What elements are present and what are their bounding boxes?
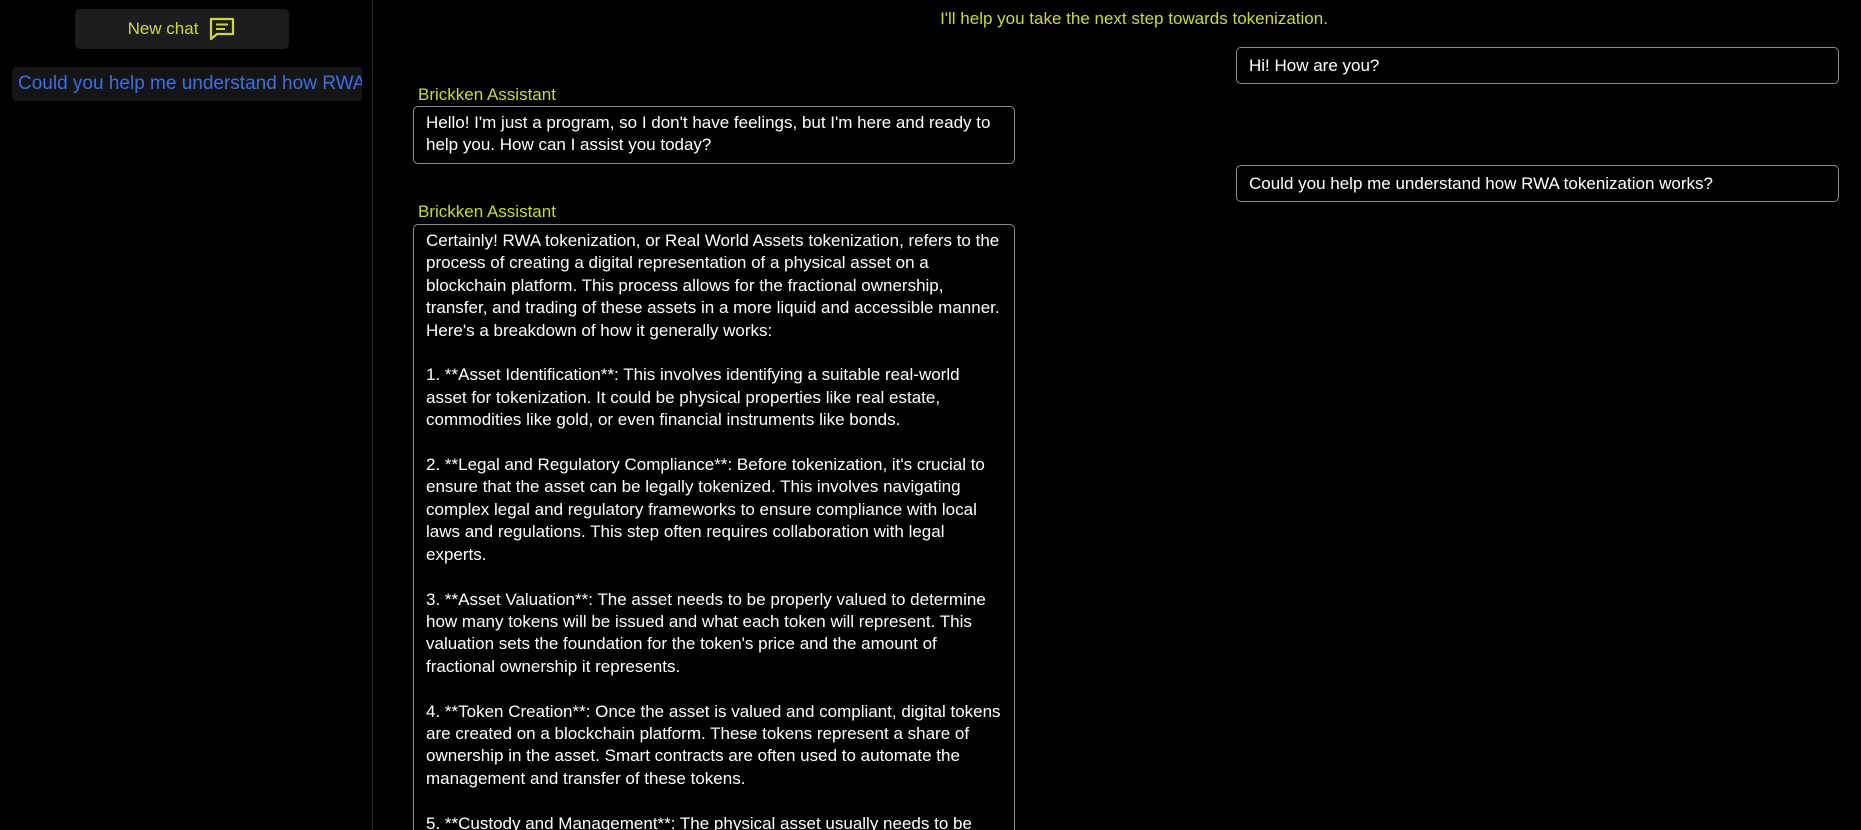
user-message: Could you help me understand how RWA tok… xyxy=(1236,165,1839,202)
assistant-message: Hello! I'm just a program, so I don't ha… xyxy=(413,106,1015,164)
history-item-label: Could you help me understand how RWA tok… xyxy=(18,73,362,94)
new-chat-button[interactable]: New chat xyxy=(75,9,289,49)
tagline: I'll help you take the next step towards… xyxy=(940,9,1328,28)
history-item[interactable]: Could you help me understand how RWA tok… xyxy=(12,67,362,101)
speaker-label: Brickken Assistant xyxy=(418,202,556,221)
app-root: New chat Could you help me understand ho… xyxy=(0,0,1861,830)
chat-bubble-icon xyxy=(208,16,236,42)
sidebar: New chat Could you help me understand ho… xyxy=(0,0,373,830)
new-chat-label: New chat xyxy=(127,19,199,38)
user-message: Hi! How are you? xyxy=(1236,47,1839,84)
chat-area: I'll help you take the next step towards… xyxy=(374,0,1861,830)
assistant-message: Certainly! RWA tokenization, or Real Wor… xyxy=(413,224,1015,830)
speaker-label: Brickken Assistant xyxy=(418,85,556,104)
